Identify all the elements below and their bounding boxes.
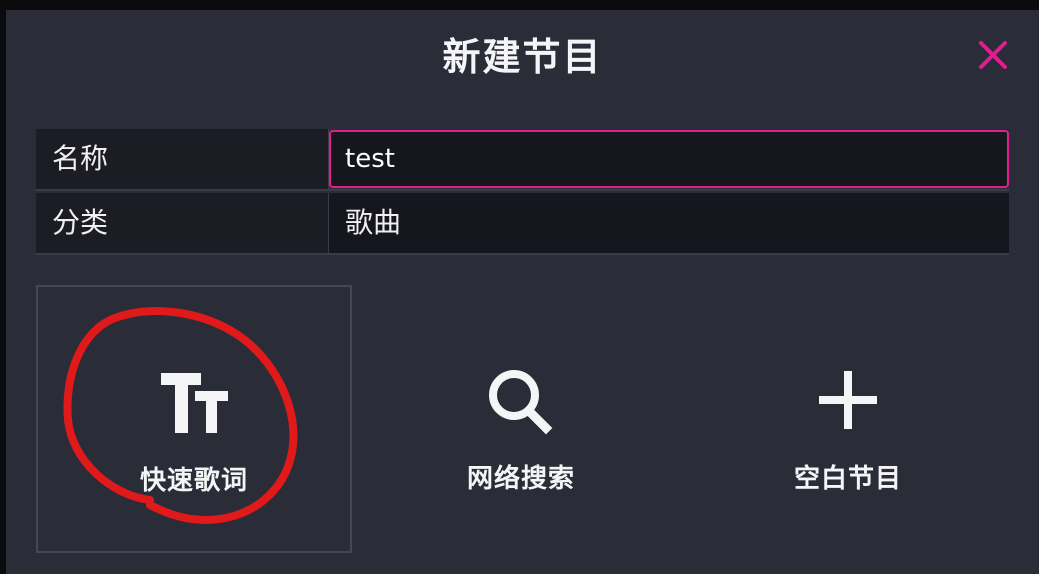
divider	[36, 189, 1009, 191]
name-input[interactable]	[329, 130, 1009, 188]
category-row: 分类 歌曲	[36, 193, 1009, 253]
text-size-icon	[161, 373, 228, 433]
web-search-option[interactable]: 网络搜索	[363, 285, 679, 553]
blank-program-label: 空白节目	[793, 464, 902, 494]
blank-program-option[interactable]: 空白节目	[690, 285, 1006, 553]
new-program-dialog: 新建节目 名称 分类 歌曲 快速歌词	[6, 10, 1039, 574]
dialog-title: 新建节目	[442, 35, 603, 79]
category-label: 分类	[36, 193, 328, 253]
close-button[interactable]	[976, 38, 1010, 72]
plus-icon	[819, 371, 877, 429]
name-label: 名称	[36, 129, 328, 189]
name-row: 名称	[36, 129, 1009, 189]
quick-lyrics-option[interactable]: 快速歌词	[36, 285, 352, 553]
search-icon	[489, 370, 553, 435]
divider	[36, 253, 1009, 255]
category-select[interactable]: 歌曲	[329, 193, 1009, 253]
close-icon	[979, 41, 1007, 69]
quick-lyrics-label: 快速歌词	[139, 466, 248, 496]
web-search-label: 网络搜索	[466, 464, 575, 494]
